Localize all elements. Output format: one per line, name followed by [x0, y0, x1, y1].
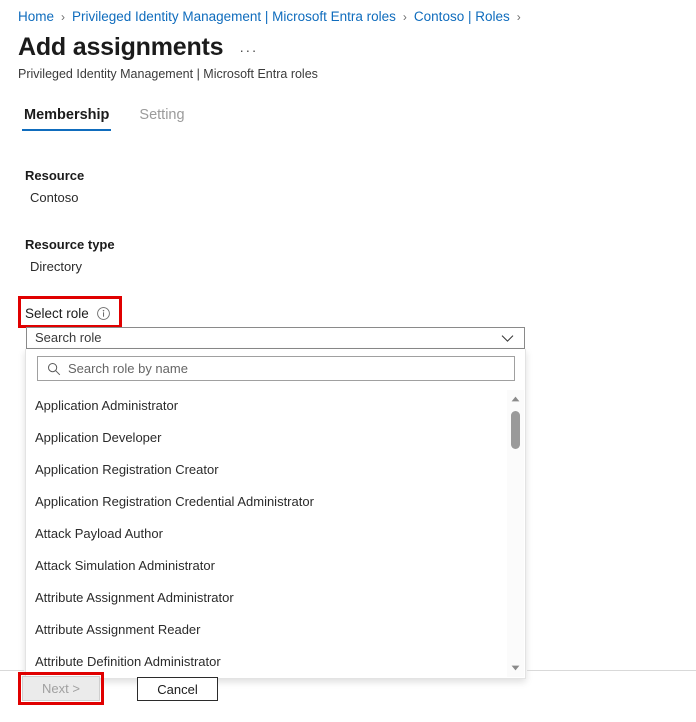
page-subtitle: Privileged Identity Management | Microso… [18, 66, 318, 82]
breadcrumb-separator-icon: › [403, 8, 407, 26]
more-options-icon[interactable]: ··· [239, 42, 258, 58]
resource-label: Resource [25, 168, 84, 184]
list-item[interactable]: Attack Simulation Administrator [26, 550, 525, 582]
breadcrumb-item-contoso-roles[interactable]: Contoso | Roles [414, 8, 510, 26]
tab-bar: Membership Setting [22, 107, 187, 131]
info-icon[interactable] [97, 307, 110, 320]
resource-type-label: Resource type [25, 237, 115, 253]
breadcrumb-item-home[interactable]: Home [18, 8, 54, 26]
list-item[interactable]: Application Registration Creator [26, 454, 525, 486]
breadcrumb-separator-icon: › [61, 8, 65, 26]
page-title: Add assignments [18, 32, 223, 62]
resource-type-value: Directory [30, 259, 82, 275]
tab-membership[interactable]: Membership [22, 107, 111, 131]
role-search-input[interactable] [68, 360, 514, 378]
list-item[interactable]: Application Developer [26, 422, 525, 454]
select-role-combobox[interactable]: Search role [26, 327, 525, 349]
caret-down-icon[interactable] [507, 661, 524, 675]
breadcrumb-separator-icon: › [517, 8, 521, 26]
chevron-down-icon[interactable] [497, 334, 517, 343]
select-role-label-group: Select role [25, 305, 110, 322]
role-search-box[interactable] [37, 356, 515, 381]
cancel-button[interactable]: Cancel [137, 677, 218, 701]
scrollbar-thumb[interactable] [511, 411, 520, 449]
search-icon [47, 362, 61, 376]
list-item[interactable]: Attack Payload Author [26, 518, 525, 550]
list-item[interactable]: Application Registration Credential Admi… [26, 486, 525, 518]
footer-divider [527, 670, 696, 671]
caret-up-icon[interactable] [507, 392, 524, 406]
list-item[interactable]: Attribute Definition Administrator [26, 646, 525, 678]
role-dropdown-panel: Application Administrator Application De… [25, 349, 526, 679]
list-item[interactable]: Attribute Assignment Administrator [26, 582, 525, 614]
page-header: Add assignments ··· [18, 32, 258, 62]
select-role-label: Select role [25, 305, 89, 322]
footer-divider [0, 670, 24, 671]
role-list[interactable]: Application Administrator Application De… [26, 390, 525, 678]
next-button[interactable]: Next > [22, 676, 100, 701]
tab-setting[interactable]: Setting [137, 107, 186, 131]
role-list-scrollbar[interactable] [507, 390, 524, 677]
list-item[interactable]: Attribute Assignment Reader [26, 614, 525, 646]
breadcrumb: Home › Privileged Identity Management | … [18, 8, 528, 26]
list-item[interactable]: Application Administrator [26, 390, 525, 422]
resource-value: Contoso [30, 190, 78, 206]
breadcrumb-item-pim[interactable]: Privileged Identity Management | Microso… [72, 8, 396, 26]
select-role-combobox-value: Search role [27, 328, 497, 348]
